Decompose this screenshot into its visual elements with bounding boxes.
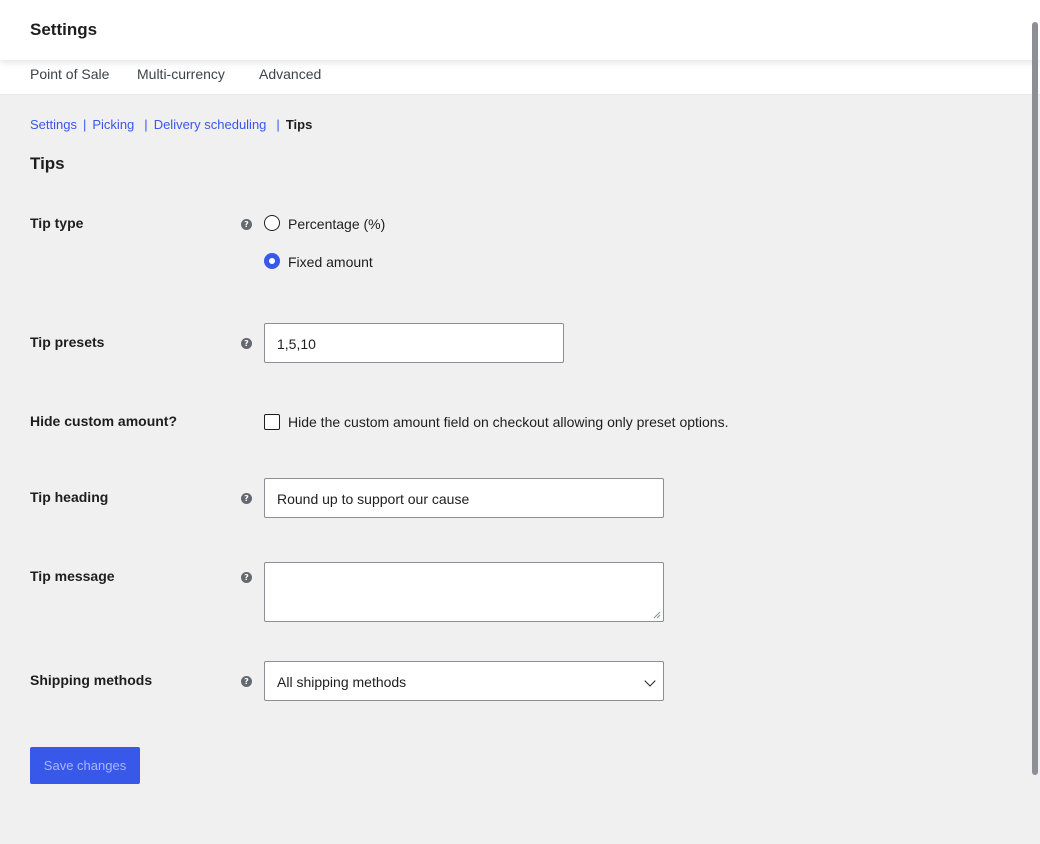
breadcrumb-link-picking[interactable]: Picking xyxy=(92,117,134,132)
shipping-methods-selected: All shipping methods xyxy=(277,674,407,690)
breadcrumb-separator: | xyxy=(276,117,280,132)
radio-percentage[interactable] xyxy=(264,215,280,231)
breadcrumb-separator: | xyxy=(144,117,148,132)
radio-fixed-amount-label[interactable]: Fixed amount xyxy=(288,254,373,270)
radio-fixed-amount[interactable] xyxy=(264,253,280,269)
tab-point-of-sale[interactable]: Point of Sale xyxy=(30,66,109,82)
hide-custom-amount-label: Hide custom amount? xyxy=(30,413,178,429)
shipping-methods-label: Shipping methods xyxy=(30,672,153,688)
tip-presets-label: Tip presets xyxy=(30,334,105,350)
hide-custom-amount-description[interactable]: Hide the custom amount field on checkout… xyxy=(288,414,728,430)
help-icon[interactable]: ? xyxy=(241,338,252,349)
tip-message-textarea[interactable] xyxy=(264,562,664,622)
breadcrumb-separator: | xyxy=(82,117,87,132)
vertical-scrollbar[interactable] xyxy=(1032,22,1038,775)
tip-heading-label: Tip heading xyxy=(30,489,109,505)
chevron-down-icon xyxy=(644,675,656,687)
save-changes-button[interactable]: Save changes xyxy=(30,747,140,784)
shipping-methods-select[interactable]: All shipping methods xyxy=(264,661,664,701)
tip-type-label: Tip type xyxy=(30,215,84,231)
help-icon[interactable]: ? xyxy=(241,219,252,230)
breadcrumb-current: Tips xyxy=(285,117,313,132)
page-title: Settings xyxy=(30,20,98,39)
radio-percentage-label[interactable]: Percentage (%) xyxy=(288,216,385,232)
breadcrumb-link-settings[interactable]: Settings xyxy=(30,117,77,132)
help-icon[interactable]: ? xyxy=(241,676,252,687)
tab-bar: Point of Sale Multi-currency Advanced xyxy=(0,60,1040,95)
help-icon[interactable]: ? xyxy=(241,572,252,583)
tip-message-label: Tip message xyxy=(30,568,115,584)
breadcrumb: Settings | Picking | Delivery scheduling | Tip… xyxy=(30,117,312,132)
tip-presets-input[interactable]: 1,5,10 xyxy=(264,323,564,363)
hide-custom-amount-checkbox[interactable] xyxy=(264,414,280,430)
tab-multi-currency[interactable]: Multi-currency xyxy=(137,66,225,82)
section-title: Tips xyxy=(30,154,65,173)
help-icon[interactable]: ? xyxy=(241,493,252,504)
breadcrumb-link-delivery-scheduling[interactable]: Delivery scheduling xyxy=(154,117,267,132)
tab-advanced[interactable]: Advanced xyxy=(259,66,321,82)
top-bar: Settings xyxy=(0,0,1040,60)
resize-handle-icon[interactable] xyxy=(653,611,661,619)
tip-heading-input[interactable]: Round up to support our cause xyxy=(264,478,664,518)
